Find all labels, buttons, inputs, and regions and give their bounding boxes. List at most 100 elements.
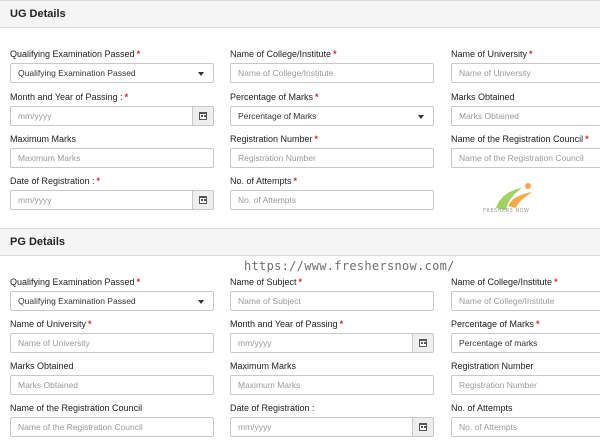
calendar-icon	[419, 339, 427, 347]
pg-attempts-label: No. of Attempts	[451, 403, 513, 413]
required-marker: *	[136, 49, 141, 59]
pg-passing-date-field: Month and Year of Passing * mm/yyyy	[230, 318, 434, 353]
pg-university-label: Name of University	[10, 319, 87, 329]
calendar-button[interactable]	[192, 191, 213, 209]
pg-percentage-label: Percentage of Marks	[451, 319, 535, 329]
pg-registration-number-label: Registration Number	[451, 361, 534, 371]
pg-details-header: PG Details	[0, 228, 600, 256]
ug-attempts-label: No. of Attempts	[230, 176, 292, 186]
ug-percentage-label: Percentage of Marks	[230, 92, 314, 102]
ug-percentage-field: Percentage of Marks * Percentage of Marks	[230, 91, 434, 126]
ug-college-label: Name of College/Institute	[230, 49, 332, 59]
pg-registration-number-input[interactable]: Registration Number	[451, 375, 600, 395]
ug-registration-number-field: Registration Number * Registration Number	[230, 133, 434, 168]
ug-registration-council-input[interactable]: Name of the Registration Council	[451, 148, 600, 168]
pg-attempts-field: No. of Attempts No. of Attempts	[451, 402, 600, 437]
ug-registration-date-input[interactable]: mm/yyyy	[10, 190, 214, 210]
pg-college-field: Name of College/Institute * Name of Colle…	[451, 276, 600, 311]
ug-qualifying-exam-label: Qualifying Examination Passed	[10, 49, 135, 59]
pg-registration-date-input[interactable]: mm/yyyy	[230, 417, 434, 437]
url-watermark: https://www.freshersnow.com/	[244, 259, 455, 273]
required-marker: *	[333, 49, 337, 59]
calendar-icon	[199, 196, 207, 204]
ug-registration-date-label: Date of Registration :	[10, 176, 95, 186]
ug-max-marks-field: Maximum Marks Maximum Marks	[10, 133, 214, 168]
ug-percentage-select[interactable]: Percentage of Marks	[230, 106, 434, 126]
required-marker: *	[136, 277, 141, 287]
chevron-down-icon	[198, 300, 204, 304]
pg-max-marks-label: Maximum Marks	[230, 361, 297, 371]
ug-university-input[interactable]: Name of University	[451, 63, 600, 83]
pg-percentage-input[interactable]: Percentage of marks	[451, 333, 600, 353]
calendar-icon	[419, 423, 427, 431]
pg-university-field: Name of University * Name of University	[10, 318, 214, 353]
ug-passing-date-label: Month and Year of Passing :	[10, 92, 123, 102]
pg-registration-council-label: Name of the Registration Council	[10, 403, 143, 413]
freshersnow-logo-text: FRESHERS NOW	[483, 208, 530, 214]
ug-marks-obtained-input[interactable]: Marks Obtained	[451, 106, 600, 126]
pg-college-input[interactable]: Name of College/Institute	[451, 291, 600, 311]
pg-qualifying-exam-select[interactable]: Qualifying Examination Passed	[10, 291, 214, 311]
ug-passing-date-field: Month and Year of Passing : * mm/yyyy	[10, 91, 214, 126]
required-marker: *	[298, 277, 303, 287]
required-marker: *	[124, 92, 129, 102]
required-marker: *	[314, 134, 319, 144]
required-marker: *	[529, 49, 533, 59]
calendar-button[interactable]	[192, 107, 213, 125]
pg-registration-date-label: Date of Registration :	[230, 403, 315, 413]
pg-max-marks-input[interactable]: Maximum Marks	[230, 375, 434, 395]
ug-max-marks-input[interactable]: Maximum Marks	[10, 148, 214, 168]
pg-details-title: PG Details	[10, 236, 66, 248]
pg-passing-date-input[interactable]: mm/yyyy	[230, 333, 434, 353]
ug-max-marks-label: Maximum Marks	[10, 134, 77, 144]
ug-registration-number-input[interactable]: Registration Number	[230, 148, 434, 168]
pg-subject-field: Name of Subject * Name of Subject	[230, 276, 434, 311]
required-marker: *	[88, 319, 92, 329]
ug-registration-date-field: Date of Registration : * mm/yyyy	[10, 175, 214, 210]
ug-college-input[interactable]: Name of College/Institute	[230, 63, 434, 83]
required-marker: *	[585, 134, 589, 144]
pg-percentage-field: Percentage of Marks * Percentage of marks	[451, 318, 600, 353]
ug-qualifying-exam-select[interactable]: Qualifying Examination Passed	[10, 63, 214, 83]
chevron-down-icon	[198, 72, 204, 76]
chevron-down-icon	[418, 115, 424, 119]
pg-college-label: Name of College/Institute	[451, 277, 553, 287]
ug-registration-council-label: Name of the Registration Council	[451, 134, 584, 144]
pg-qualifying-exam-label: Qualifying Examination Passed	[10, 277, 135, 287]
pg-marks-obtained-input[interactable]: Marks Obtained	[10, 375, 214, 395]
required-marker: *	[536, 319, 540, 329]
calendar-button[interactable]	[412, 418, 433, 436]
ug-details-header: UG Details	[0, 0, 600, 28]
pg-attempts-input[interactable]: No. of Attempts	[451, 417, 600, 437]
required-marker: *	[96, 176, 101, 186]
pg-max-marks-field: Maximum Marks Maximum Marks	[230, 360, 434, 395]
pg-marks-obtained-label: Marks Obtained	[10, 361, 74, 371]
ug-details-title: UG Details	[10, 8, 66, 20]
ug-marks-obtained-label: Marks Obtained	[451, 92, 515, 102]
pg-university-input[interactable]: Name of University	[10, 333, 214, 353]
pg-qualifying-exam-field: Qualifying Examination Passed * Qualifyin…	[10, 276, 214, 311]
pg-registration-council-field: Name of the Registration Council Name of…	[10, 402, 214, 437]
ug-registration-number-label: Registration Number	[230, 134, 313, 144]
pg-subject-input[interactable]: Name of Subject	[230, 291, 434, 311]
calendar-button[interactable]	[412, 334, 433, 352]
pg-subject-label: Name of Subject	[230, 277, 297, 287]
pg-passing-date-label: Month and Year of Passing	[230, 319, 338, 329]
calendar-icon	[199, 112, 207, 120]
ug-university-field: Name of University * Name of University	[451, 48, 600, 83]
ug-attempts-input[interactable]: No. of Attempts	[230, 190, 434, 210]
pg-registration-council-input[interactable]: Name of the Registration Council	[10, 417, 214, 437]
ug-college-field: Name of College/Institute * Name of Colle…	[230, 48, 434, 83]
pg-marks-obtained-field: Marks Obtained Marks Obtained	[10, 360, 214, 395]
required-marker: *	[315, 92, 319, 102]
pg-registration-date-field: Date of Registration : mm/yyyy	[230, 402, 434, 437]
required-marker: *	[339, 319, 344, 329]
ug-marks-obtained-field: Marks Obtained Marks Obtained	[451, 91, 600, 126]
ug-qualifying-exam-field: Qualifying Examination Passed * Qualifyin…	[10, 48, 214, 83]
ug-attempts-field: No. of Attempts * No. of Attempts	[230, 175, 434, 210]
required-marker: *	[293, 176, 298, 186]
ug-registration-council-field: Name of the Registration Council * Name o…	[451, 133, 600, 168]
ug-university-label: Name of University	[451, 49, 528, 59]
pg-registration-number-field: Registration Number Registration Number	[451, 360, 600, 395]
ug-passing-date-input[interactable]: mm/yyyy	[10, 106, 214, 126]
